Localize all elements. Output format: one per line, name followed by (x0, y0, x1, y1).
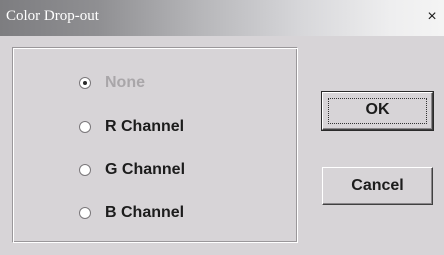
title-bar[interactable]: Color Drop-out × (0, 0, 444, 36)
cancel-button[interactable]: Cancel (322, 167, 433, 205)
radio-label-none: None (105, 74, 145, 91)
channel-options-group: None R Channel G Channel B Channel (12, 47, 298, 243)
close-icon: × (427, 8, 437, 25)
radio-button-icon[interactable] (79, 164, 91, 176)
close-button[interactable]: × (422, 6, 442, 28)
window-title: Color Drop-out (6, 8, 99, 24)
radio-button-icon[interactable] (79, 77, 91, 89)
radio-label-b-channel: B Channel (105, 204, 185, 221)
focus-rectangle (328, 98, 427, 124)
radio-option-b-channel[interactable]: B Channel (79, 202, 184, 224)
radio-button-icon[interactable] (79, 207, 91, 219)
radio-label-g-channel: G Channel (105, 161, 186, 178)
radio-button-icon[interactable] (79, 121, 91, 133)
radio-option-g-channel[interactable]: G Channel (79, 159, 185, 181)
radio-option-none[interactable]: None (79, 72, 145, 94)
cancel-button-label: Cancel (351, 177, 404, 194)
radio-option-r-channel[interactable]: R Channel (79, 116, 184, 138)
color-dropout-dialog: Color Drop-out × None R Channel G Channe… (0, 0, 444, 255)
ok-button[interactable]: OK (321, 91, 434, 131)
radio-label-r-channel: R Channel (105, 118, 185, 135)
